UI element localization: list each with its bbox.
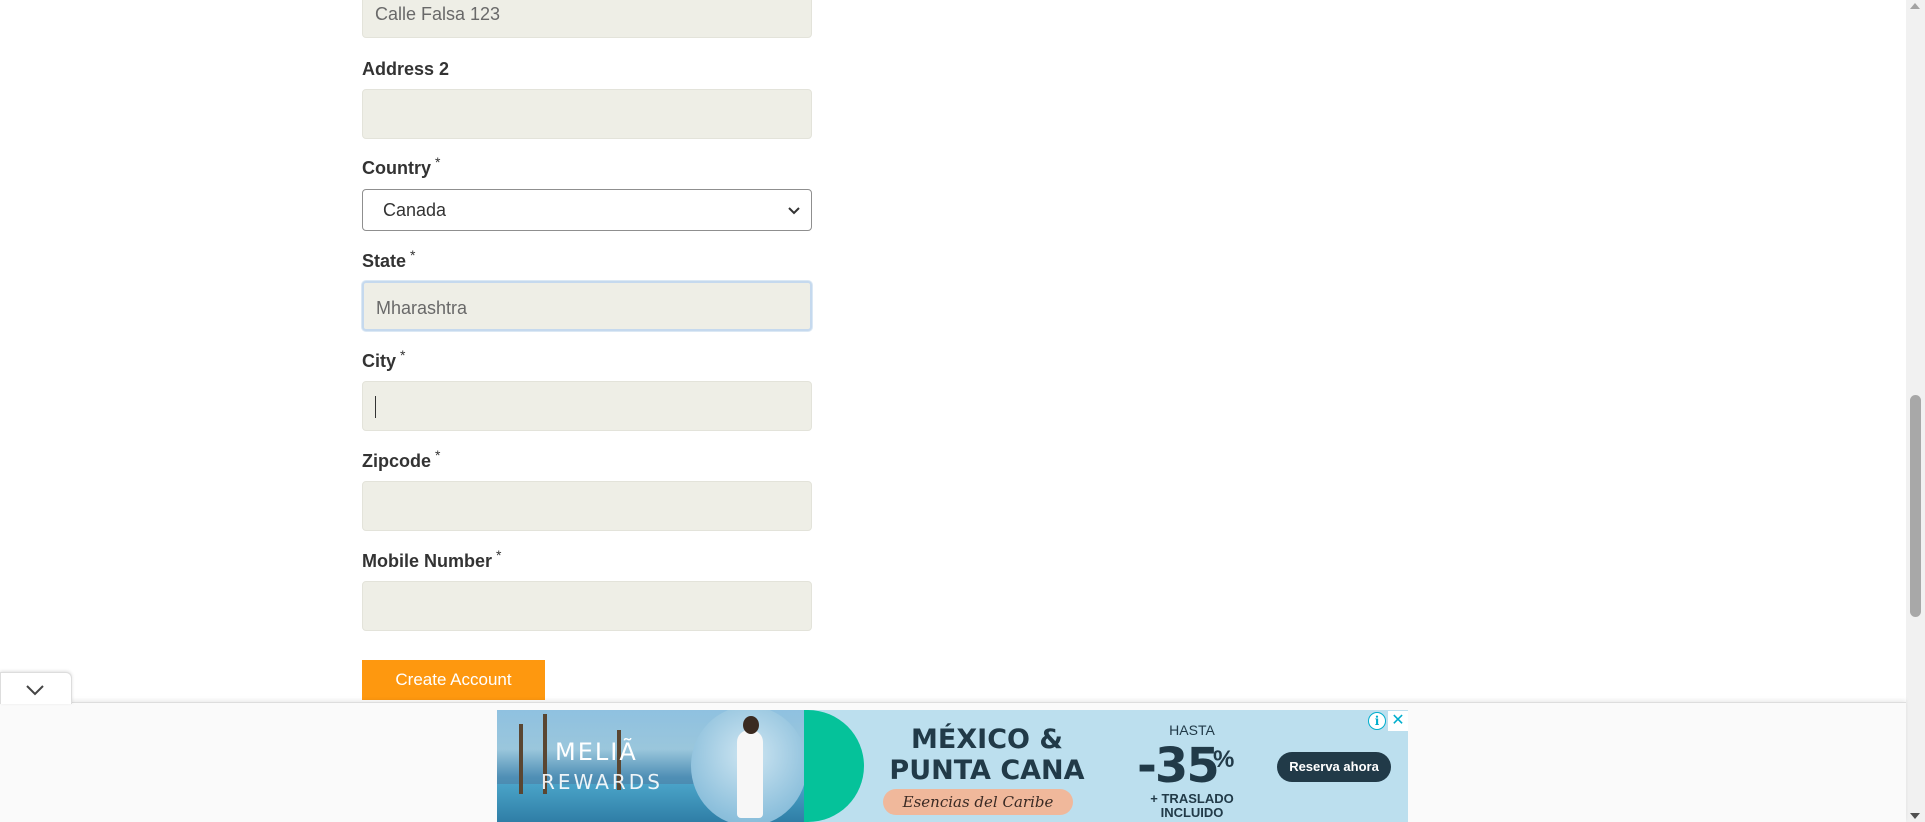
ad-brand-logo-sub: REWARDS [541,770,663,794]
required-marker: * [435,447,441,463]
country-selected-value: Canada [383,200,447,220]
ad-model-head [743,716,759,734]
ad-collapse-toggle[interactable] [0,672,72,704]
chevron-down-icon [26,685,44,696]
zipcode-input[interactable] [362,481,812,531]
ad-tagline: Esencias del Caribe [883,789,1073,815]
required-marker: * [435,154,441,170]
chevron-down-icon [788,207,800,215]
ad-brand-logo: MELIÃ [555,738,638,766]
state-input[interactable]: Mharashtra [362,281,812,331]
ad-headline: MÉXICO & PUNTA CANA [889,724,1085,786]
text-caret [375,396,376,418]
required-marker: * [400,347,406,363]
page-scrollbar[interactable] [1906,0,1925,822]
zipcode-label: Zipcode * [362,447,441,471]
ad-percent-sign: % [1213,746,1235,773]
required-marker: * [496,547,502,563]
country-label: Country * [362,154,441,178]
create-account-button[interactable]: Create Account [362,660,545,700]
ad-model-figure [737,730,763,818]
address2-label: Address 2 [362,59,450,79]
city-label: City * [362,347,406,371]
ad-info-icon[interactable]: i [1368,712,1386,730]
ad-close-icon[interactable]: ✕ [1388,711,1408,731]
country-select[interactable]: Canada [362,189,812,231]
scrollbar-thumb[interactable] [1910,395,1921,617]
ad-transfer-note: + TRASLADO INCLUIDO [1150,791,1234,820]
ad-discount: -35 [1137,738,1220,794]
city-input[interactable] [362,381,812,431]
scroll-down-arrow-icon[interactable] [1910,813,1920,819]
ad-hasta-label: HASTA [1169,722,1215,738]
ad-palm-graphic [519,724,523,794]
address2-input[interactable] [362,89,812,139]
scroll-up-arrow-icon[interactable] [1910,3,1920,9]
ad-green-accent [804,710,864,822]
advertisement-banner[interactable]: MELIÃ REWARDS MÉXICO & PUNTA CANA Esenci… [497,710,1408,822]
required-marker: * [410,247,416,263]
mobile-number-label: Mobile Number * [362,547,502,571]
state-label: State * [362,247,416,271]
page-viewport: Calle Falsa 123 Address 2 Country * Canad… [0,0,1925,822]
address1-input[interactable]: Calle Falsa 123 [362,0,812,38]
mobile-number-input[interactable] [362,581,812,631]
ad-cta-button[interactable]: Reserva ahora [1277,752,1391,782]
